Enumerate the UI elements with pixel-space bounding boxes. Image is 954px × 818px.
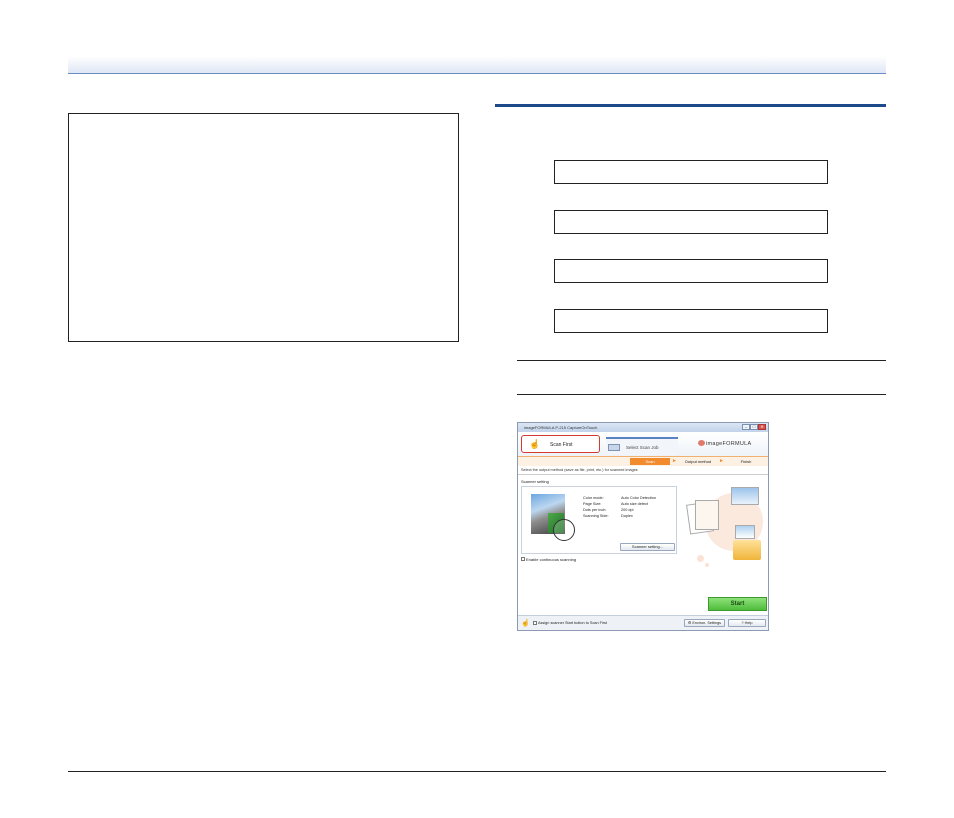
setting-value: Duplex — [621, 514, 633, 518]
window-title: imageFORMULA P-215 CaptureOnTouch — [524, 425, 598, 430]
progress-arrow-icon: ► — [719, 458, 724, 464]
scan-first-label: Scan First — [550, 442, 573, 448]
toolbar: ☝ Scan First Select Scan Job imageFORMUL… — [518, 432, 768, 456]
section-rule — [495, 104, 886, 107]
progress-step-scan: Scan — [630, 458, 670, 465]
captureontouch-window: imageFORMULA P-215 CaptureOnTouch – □ ✕ … — [517, 422, 769, 631]
scanner-setting-button[interactable]: Scanner setting... — [620, 543, 675, 551]
brand-logo: imageFORMULA — [706, 441, 752, 447]
setting-key: Scanning Side: — [583, 514, 609, 518]
scanner-icon — [608, 444, 620, 451]
step-box-1 — [554, 160, 828, 184]
help-button[interactable]: ? Help — [728, 619, 766, 627]
scanner-setting-panel: Color mode: Auto Color Detection Page Si… — [521, 486, 677, 554]
setting-value: Auto Color Detection — [621, 496, 657, 500]
divider-top — [517, 360, 886, 361]
select-scan-job-label: Select Scan Job — [626, 445, 659, 450]
instruction-text: Select the output method (save as file, … — [521, 468, 638, 472]
page-header-band — [68, 56, 886, 74]
setting-key: Page Size: — [583, 502, 602, 506]
divider-bottom — [517, 394, 886, 395]
setting-key: Dots per inch: — [583, 508, 607, 512]
folder-icon — [733, 540, 761, 560]
select-scan-job-tab[interactable]: Select Scan Job — [606, 437, 678, 455]
decor-dot — [697, 555, 704, 562]
setting-value: 200 dpi — [621, 508, 634, 512]
start-button[interactable]: Start — [708, 597, 767, 611]
title-bar: imageFORMULA P-215 CaptureOnTouch – □ ✕ — [518, 423, 768, 432]
hand-icon: ☝ — [529, 439, 541, 449]
close-button[interactable]: ✕ — [758, 424, 766, 430]
assign-start-button-label: Assign scanner Start button to Scan Firs… — [538, 621, 608, 625]
help-label: Help — [744, 621, 753, 625]
environ-settings-button[interactable]: ⚙ Environ. Settings — [684, 619, 725, 627]
continuous-scanning-checkbox[interactable] — [521, 557, 525, 561]
note-box — [68, 113, 459, 342]
step-box-2 — [554, 210, 828, 234]
progress-arrow-icon: ► — [672, 458, 677, 464]
setting-value: Auto size detect — [621, 502, 649, 506]
logo-icon — [698, 440, 705, 446]
photo-icon — [731, 487, 759, 505]
footer-rule — [68, 771, 886, 772]
document-icon — [695, 500, 719, 530]
maximize-button[interactable]: □ — [750, 424, 758, 430]
status-bar: ☝ Assign scanner Start button to Scan Fi… — [518, 615, 768, 630]
scanner-setting-heading: Scanner setting — [521, 479, 549, 484]
step-box-4 — [554, 309, 828, 333]
progress-step-finish: Finish — [740, 459, 752, 464]
step-box-3 — [554, 259, 828, 283]
progress-steps: Scan ► Output method ► Finish — [518, 456, 768, 466]
continuous-scanning-label: Enable continuous scanning — [526, 557, 577, 562]
environ-settings-label: Environ. Settings — [692, 621, 722, 625]
scan-first-button[interactable]: ☝ Scan First — [521, 435, 600, 453]
magnifier-icon — [553, 519, 575, 541]
progress-step-output: Output method — [684, 459, 712, 464]
minimize-button[interactable]: – — [742, 424, 750, 430]
assign-start-button-checkbox[interactable] — [533, 621, 537, 625]
setting-key: Color mode: — [583, 496, 604, 500]
hand-icon: ☝ — [521, 620, 530, 627]
output-illustration — [683, 475, 763, 567]
decor-dot — [705, 563, 709, 567]
photo-icon — [735, 525, 755, 539]
